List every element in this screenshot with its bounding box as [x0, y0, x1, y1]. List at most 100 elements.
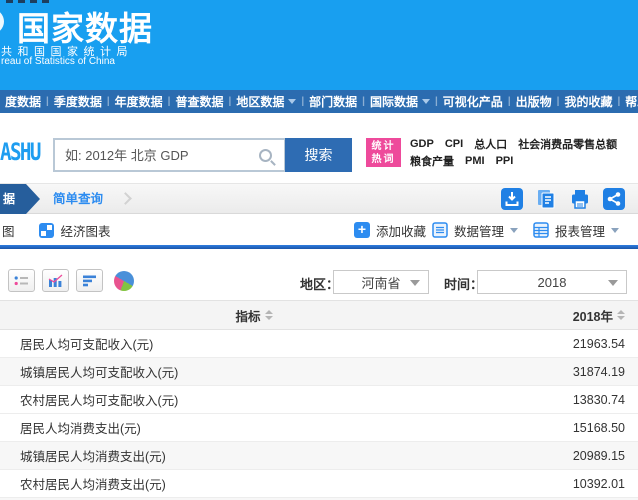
bar-chart-view-button[interactable] — [42, 269, 69, 292]
nav-item[interactable]: 地区数据 — [231, 93, 301, 110]
data-manage-icon — [432, 222, 448, 238]
value-cell: 21963.54 — [498, 337, 638, 351]
economic-charts-tab[interactable]: 经济图表 — [61, 221, 111, 240]
indicator-cell: 城镇居民人均消费支出(元) — [0, 446, 498, 465]
breadcrumb-current[interactable]: 简单查询 — [53, 184, 103, 214]
nav-item[interactable]: 国际数据 — [365, 93, 435, 110]
indicator-cell: 居民人均可支配收入(元) — [0, 334, 498, 353]
hot-badge-line1: 统计 — [366, 140, 401, 153]
breadcrumb-bar: 据 简单查询 — [0, 184, 638, 214]
copy-report-button[interactable] — [535, 188, 557, 210]
copy-icon — [535, 188, 557, 210]
table-row[interactable]: 农村居民人均可支配收入(元)13830.74 — [0, 386, 638, 414]
nav-item[interactable]: 季度数据 — [49, 93, 107, 110]
table-header: 指标 2018年 — [0, 300, 638, 330]
breadcrumb-root-label: 据 — [3, 192, 15, 206]
hot-word[interactable]: PMI — [465, 155, 485, 167]
chevron-down-icon — [608, 280, 618, 286]
hot-word[interactable]: CPI — [445, 138, 463, 150]
nav-item[interactable]: 普查数据 — [170, 93, 228, 110]
nav-item[interactable]: 年度数据 — [110, 93, 168, 110]
table-body: 居民人均可支配收入(元)21963.54城镇居民人均可支配收入(元)31874.… — [0, 330, 638, 498]
data-wordmark-logo: ASHU — [0, 138, 40, 166]
nav-item[interactable]: 部门数据 — [304, 93, 362, 110]
hot-badge-line2: 热词 — [366, 153, 401, 166]
value-cell: 15168.50 — [498, 421, 638, 435]
search-section: ASHU 搜索 统计 热词 GDP CPI 总人口社会消费品零售总额 粮食产量 PMI… — [0, 113, 638, 184]
download-button[interactable] — [501, 188, 523, 210]
indicator-cell: 农村居民人均消费支出(元) — [0, 474, 498, 493]
nav-item[interactable]: 帮助 — [620, 93, 638, 110]
nbs-emblem-partial — [0, 9, 4, 34]
value-cell: 13830.74 — [498, 393, 638, 407]
value-header-label: 2018年 — [573, 306, 613, 325]
nav-item[interactable]: 可视化产品 — [438, 93, 508, 110]
indicator-cell: 居民人均消费支出(元) — [0, 418, 498, 437]
hot-word[interactable]: 总人口 — [474, 136, 507, 152]
print-icon — [569, 188, 591, 210]
hot-words-line2: 粮食产量 PMI PPI — [410, 152, 617, 169]
add-favorite-icon: + — [354, 222, 370, 238]
chevron-down-icon — [288, 99, 296, 104]
table-row[interactable]: 城镇居民人均消费支出(元)20989.15 — [0, 442, 638, 470]
search-input[interactable] — [55, 148, 259, 163]
share-icon — [603, 188, 625, 210]
table-row[interactable]: 农村居民人均消费支出(元)10392.01 — [0, 470, 638, 498]
download-icon — [501, 188, 523, 210]
region-value: 河南省 — [361, 273, 400, 292]
table-row[interactable]: 居民人均消费支出(元)15168.50 — [0, 414, 638, 442]
national-data-page: 国家数据 共和国国家统计局 reau of Statistics of Chin… — [0, 0, 638, 500]
print-button[interactable] — [569, 188, 591, 210]
economic-charts-icon — [39, 223, 54, 238]
indicator-cell: 城镇居民人均可支配收入(元) — [0, 362, 498, 381]
hot-word[interactable]: GDP — [410, 138, 434, 150]
hot-word[interactable]: 粮食产量 — [410, 153, 454, 169]
search-box — [53, 138, 286, 172]
report-manage-button[interactable]: 报表管理 — [555, 221, 605, 240]
search-icon — [259, 149, 272, 162]
hot-word[interactable]: 社会消费品零售总额 — [518, 136, 617, 152]
clipped-tab-label[interactable]: 图 — [2, 221, 15, 240]
data-manage-button[interactable]: 数据管理 — [454, 221, 504, 240]
add-favorite-button[interactable]: 添加收藏 — [376, 221, 426, 240]
hot-words-line1: GDP CPI 总人口社会消费品零售总额 — [410, 135, 617, 152]
table-row[interactable]: 城镇居民人均可支配收入(元)31874.19 — [0, 358, 638, 386]
nav-item[interactable]: 度数据 — [0, 93, 46, 110]
indicator-cell: 农村居民人均可支配收入(元) — [0, 390, 498, 409]
indicator-header-label: 指标 — [235, 306, 260, 325]
value-cell: 20989.15 — [498, 449, 638, 463]
search-button[interactable]: 搜索 — [285, 138, 352, 172]
toolbar-right-group: + 添加收藏 数据管理 报表管理 — [354, 221, 628, 240]
filter-row: 地区： 河南省 时间： 2018 — [0, 249, 638, 300]
pie-chart-view-button[interactable] — [114, 271, 134, 291]
report-manage-icon — [533, 222, 549, 238]
toolbar-row: 图 经济图表 + 添加收藏 数据管理 报表管理 — [0, 215, 638, 245]
bar-chart-icon — [48, 274, 63, 287]
site-subtitle-en: reau of Statistics of China — [1, 56, 115, 67]
table-view-button[interactable] — [8, 269, 35, 292]
sort-icon[interactable] — [617, 310, 625, 320]
chevron-down-icon — [410, 280, 420, 286]
table-row[interactable]: 居民人均可支配收入(元)21963.54 — [0, 330, 638, 358]
data-table: 指标 2018年 居民人均可支配收入(元)21963.54城镇居民人均可支配收入… — [0, 300, 638, 500]
value-column-header[interactable]: 2018年 — [508, 306, 638, 325]
value-cell: 31874.19 — [498, 365, 638, 379]
breadcrumb-root-tab[interactable]: 据 — [0, 184, 40, 214]
nav-item[interactable]: 出版物 — [511, 93, 557, 110]
region-select[interactable]: 河南省 — [333, 270, 429, 294]
share-button[interactable] — [603, 188, 625, 210]
site-header: 国家数据 共和国国家统计局 reau of Statistics of Chin… — [0, 0, 638, 90]
hbar-chart-view-button[interactable] — [76, 269, 103, 292]
sort-icon[interactable] — [265, 310, 273, 320]
hot-word[interactable]: PPI — [496, 155, 514, 167]
nav-item[interactable]: 我的收藏 — [559, 93, 617, 110]
view-switcher — [8, 269, 134, 292]
time-select[interactable]: 2018 — [477, 270, 627, 294]
indicator-column-header[interactable]: 指标 — [0, 306, 508, 325]
main-nav: 度数据|季度数据|年度数据|普查数据|地区数据|部门数据|国际数据|可视化产品|… — [0, 90, 638, 113]
action-buttons — [501, 188, 625, 210]
chevron-down-icon — [510, 228, 518, 233]
time-value: 2018 — [538, 275, 567, 290]
chevron-down-icon — [422, 99, 430, 104]
chevron-down-icon — [611, 228, 619, 233]
